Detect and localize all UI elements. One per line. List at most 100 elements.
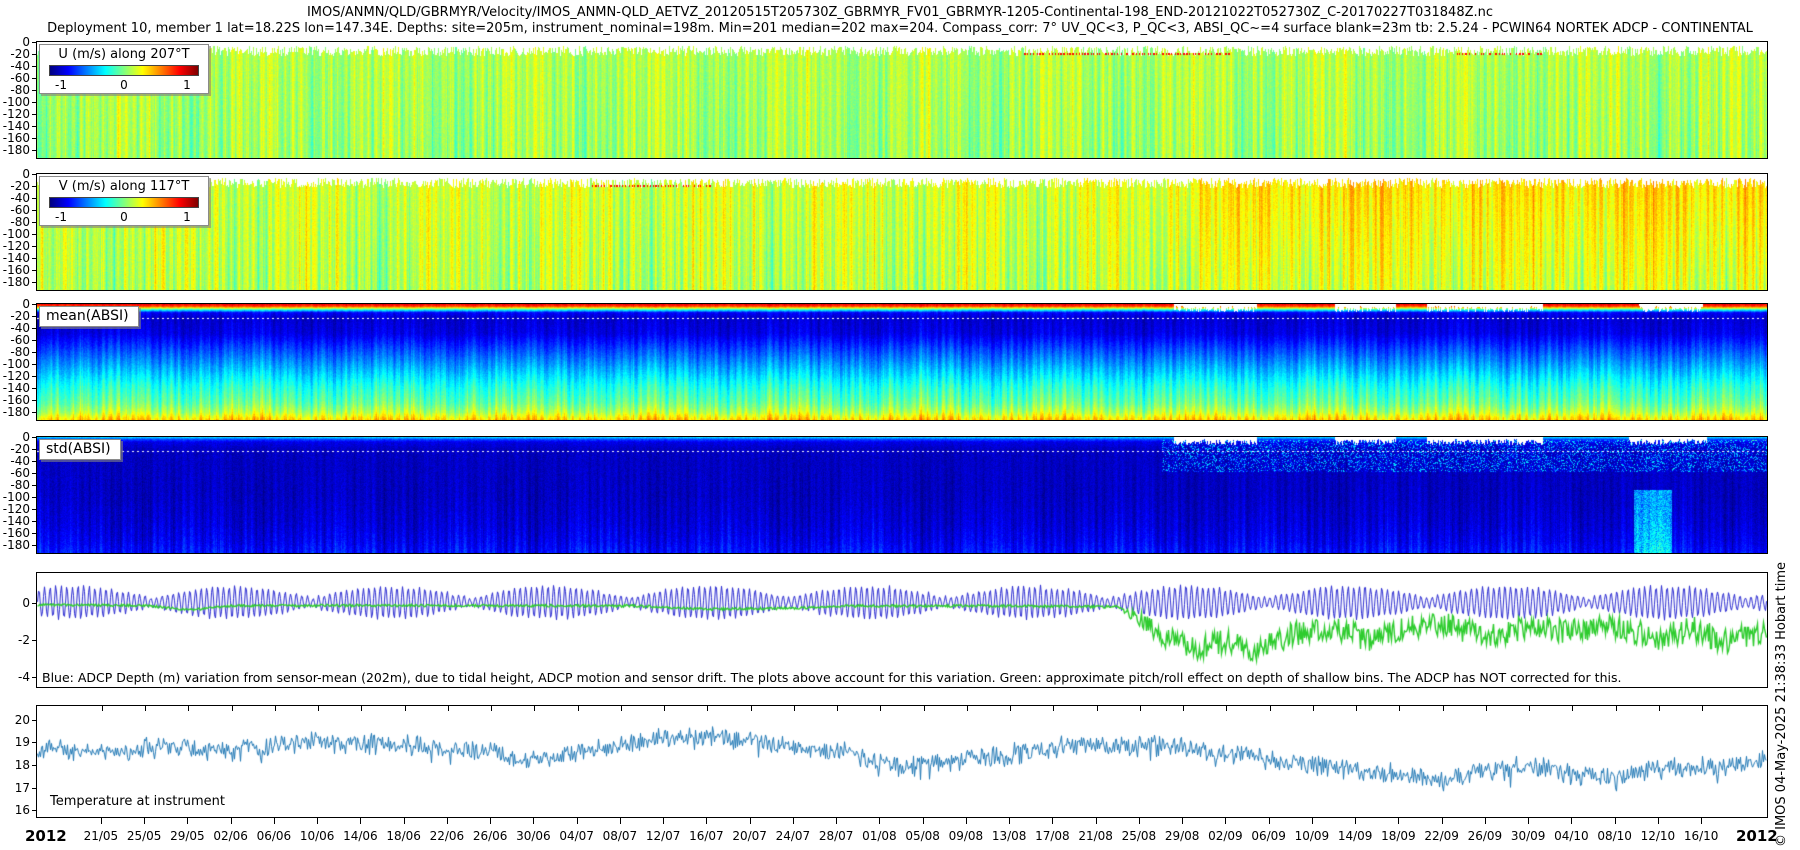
x-tick-label: 20/07 bbox=[732, 829, 767, 843]
y-tick-label: 0 bbox=[22, 596, 30, 611]
x-tick-label: 26/09 bbox=[1467, 829, 1503, 843]
x-tick-label: 22/06 bbox=[429, 829, 465, 843]
temperature-label: Temperature at instrument bbox=[50, 794, 225, 809]
x-tick-mark bbox=[706, 818, 708, 824]
y-tick-label: 0 bbox=[22, 297, 30, 311]
x-tick-mark bbox=[1657, 818, 1659, 824]
x-tick-mark bbox=[144, 818, 146, 824]
x-axis-year-left: 2012 bbox=[25, 827, 67, 845]
v-colorbar-tick-row: -1 0 1 bbox=[49, 210, 199, 224]
y-tick-label: -80 bbox=[10, 215, 30, 230]
y-tick-label: -120 bbox=[2, 502, 30, 517]
x-tick-mark bbox=[360, 818, 362, 824]
y-tick-label: -20 bbox=[10, 442, 30, 457]
y-tick-label: -60 bbox=[10, 71, 30, 86]
y-tick-label: -40 bbox=[10, 191, 30, 206]
x-tick-mark bbox=[792, 818, 794, 824]
x-tick-mark bbox=[317, 818, 319, 824]
x-tick-mark bbox=[1484, 818, 1486, 824]
x-tick-label: 16/07 bbox=[689, 829, 724, 843]
x-tick-label: 18/09 bbox=[1381, 829, 1416, 843]
depth-variation-note: Blue: ADCP Depth (m) variation from sens… bbox=[42, 670, 1622, 685]
x-tick-label: 02/09 bbox=[1208, 829, 1243, 843]
x-tick-label: 25/05 bbox=[126, 829, 162, 843]
std-absi-heatmap bbox=[37, 437, 1767, 553]
y-tick-label: -140 bbox=[2, 119, 30, 134]
y-tick-label: 19 bbox=[14, 735, 30, 750]
y-tick-label: -40 bbox=[10, 321, 30, 336]
x-tick-mark bbox=[836, 818, 838, 824]
x-tick-label: 12/10 bbox=[1640, 829, 1676, 843]
x-tick-mark bbox=[490, 818, 492, 824]
y-tick-label: -100 bbox=[2, 227, 30, 242]
y-tick-label: -40 bbox=[10, 59, 30, 74]
x-tick-mark bbox=[100, 818, 102, 824]
x-tick-mark bbox=[619, 818, 621, 824]
y-tick-label: -120 bbox=[2, 369, 30, 384]
panel-v-velocity: V (m/s) along 117°T -1 0 1 0 -20 -40 -60 -80 -1… bbox=[3, 167, 1768, 291]
x-tick-mark bbox=[1311, 818, 1313, 824]
y-tick-label: -140 bbox=[2, 251, 30, 266]
x-tick-label: 06/09 bbox=[1251, 829, 1286, 843]
x-tick-mark bbox=[922, 818, 924, 824]
x-tick-label: 04/10 bbox=[1554, 829, 1589, 843]
mean-absi-label: mean(ABSI) bbox=[39, 306, 139, 327]
x-tick-label: 09/08 bbox=[948, 829, 984, 843]
x-tick-label: 29/08 bbox=[1164, 829, 1200, 843]
x-tick-mark bbox=[965, 818, 967, 824]
y-tick-label: -20 bbox=[10, 179, 30, 194]
x-tick-label: 14/06 bbox=[343, 829, 378, 843]
x-tick-label: 29/05 bbox=[170, 829, 205, 843]
y-tick-label: -180 bbox=[2, 405, 30, 420]
panel-depth-variation: Blue: ADCP Depth (m) variation from sens… bbox=[18, 572, 1768, 688]
mean-absi-heatmap bbox=[37, 304, 1767, 420]
panel-mean-absi: mean(ABSI) 0 -20 -40 -60 -80 -100 -120 -140 -160… bbox=[3, 297, 1768, 421]
v-colorbar bbox=[49, 197, 199, 208]
y-tick-label: -160 bbox=[2, 263, 30, 278]
x-tick-label: 06/06 bbox=[256, 829, 292, 843]
panel-temperature: Temperature at instrument 20 19 18 17 16 bbox=[15, 705, 1768, 818]
colorbar-tick-label: 1 bbox=[183, 78, 191, 92]
y-tick-label: 16 bbox=[14, 803, 30, 818]
y-tick-label: -60 bbox=[10, 333, 30, 348]
y-tick-label: -20 bbox=[10, 47, 30, 62]
x-tick-label: 05/08 bbox=[905, 829, 940, 843]
x-tick-label: 14/09 bbox=[1337, 829, 1373, 843]
x-tick-label: 10/09 bbox=[1294, 829, 1330, 843]
y-tick-label: -20 bbox=[10, 309, 30, 324]
x-tick-mark bbox=[1528, 818, 1530, 824]
y-tick-label: 0 bbox=[22, 167, 30, 181]
u-colorbar bbox=[49, 65, 199, 76]
v-legend-title: V (m/s) along 117°T bbox=[58, 179, 190, 194]
x-tick-mark bbox=[1138, 818, 1140, 824]
x-tick-mark bbox=[1571, 818, 1573, 824]
y-tick-label: -160 bbox=[2, 131, 30, 146]
x-tick-label: 02/06 bbox=[213, 829, 248, 843]
x-tick-mark bbox=[403, 818, 405, 824]
x-tick-label: 21/08 bbox=[1078, 829, 1113, 843]
figure-title: IMOS/ANMN/QLD/GBRMYR/Velocity/IMOS_ANMN-… bbox=[306, 5, 1494, 20]
colorbar-tick-label: 1 bbox=[183, 210, 191, 224]
x-tick-label: 01/08 bbox=[862, 829, 897, 843]
x-tick-label: 28/07 bbox=[818, 829, 854, 843]
time-axis: 21/05 25/05 29/05 02/06 06/06 10/06 14/06 18/06… bbox=[36, 818, 1768, 846]
y-tick-label: 17 bbox=[14, 780, 30, 795]
x-tick-mark bbox=[187, 818, 189, 824]
y-tick-label: -120 bbox=[2, 239, 30, 254]
y-tick-label: 0 bbox=[22, 35, 30, 49]
x-tick-mark bbox=[1614, 818, 1616, 824]
colorbar-tick-label: -1 bbox=[55, 210, 67, 224]
x-tick-label: 12/07 bbox=[645, 829, 681, 843]
x-tick-mark bbox=[1355, 818, 1357, 824]
x-tick-mark bbox=[576, 818, 578, 824]
figure-subtitle: Deployment 10, member 1 lat=18.22S lon=1… bbox=[47, 21, 1753, 36]
x-tick-label: 26/06 bbox=[472, 829, 508, 843]
y-tick-label: -2 bbox=[18, 633, 30, 648]
y-tick-label: -180 bbox=[2, 275, 30, 290]
x-tick-label: 08/10 bbox=[1597, 829, 1632, 843]
y-tick-label: -80 bbox=[10, 345, 30, 360]
y-tick-label: -160 bbox=[2, 393, 30, 408]
x-tick-mark bbox=[1095, 818, 1097, 824]
x-tick-label: 30/09 bbox=[1510, 829, 1546, 843]
y-tick-label: -80 bbox=[10, 478, 30, 493]
